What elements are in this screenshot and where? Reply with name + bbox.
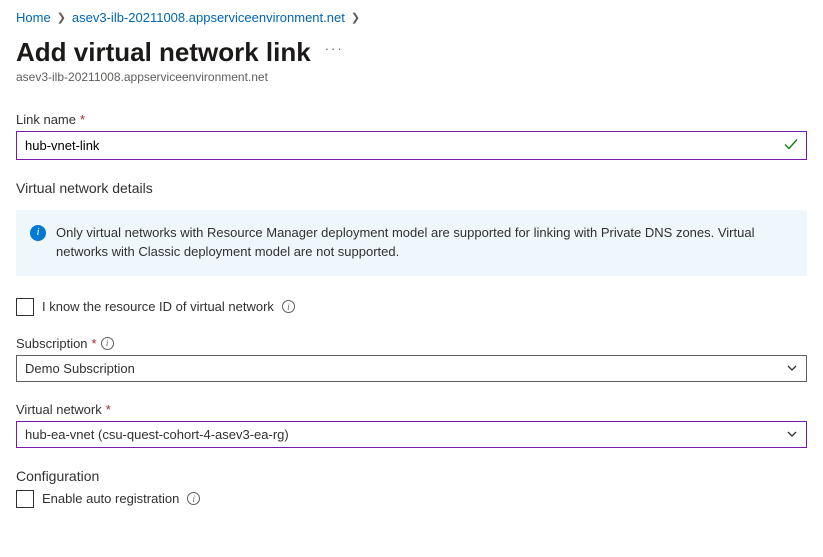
chevron-right-icon: ❯: [351, 11, 360, 24]
subscription-label: Subscription * i: [16, 336, 807, 351]
required-indicator: *: [80, 112, 85, 127]
configuration-heading: Configuration: [16, 468, 807, 484]
required-indicator: *: [106, 402, 111, 417]
breadcrumb: Home ❯ asev3-ilb-20211008.appserviceenvi…: [16, 10, 807, 25]
info-icon[interactable]: i: [282, 300, 295, 313]
link-name-input[interactable]: [16, 131, 807, 160]
page-subtitle: asev3-ilb-20211008.appserviceenvironment…: [16, 70, 807, 84]
info-icon[interactable]: i: [101, 337, 114, 350]
vnet-select[interactable]: hub-ea-vnet (csu-quest-cohort-4-asev3-ea…: [16, 421, 807, 448]
validation-check-icon: [783, 136, 799, 155]
resource-id-checkbox[interactable]: [16, 298, 34, 316]
link-name-label: Link name *: [16, 112, 807, 127]
required-indicator: *: [92, 336, 97, 351]
auto-registration-label: Enable auto registration: [42, 491, 179, 506]
chevron-down-icon: [786, 362, 798, 374]
vnet-details-heading: Virtual network details: [16, 180, 807, 196]
resource-id-checkbox-label: I know the resource ID of virtual networ…: [42, 299, 274, 314]
info-icon[interactable]: i: [187, 492, 200, 505]
subscription-select[interactable]: Demo Subscription: [16, 355, 807, 382]
vnet-select-value: hub-ea-vnet (csu-quest-cohort-4-asev3-ea…: [25, 427, 289, 442]
page-title: Add virtual network link: [16, 37, 311, 68]
info-banner: i Only virtual networks with Resource Ma…: [16, 210, 807, 276]
breadcrumb-parent[interactable]: asev3-ilb-20211008.appserviceenvironment…: [72, 10, 345, 25]
info-banner-text: Only virtual networks with Resource Mana…: [56, 224, 791, 262]
auto-registration-checkbox[interactable]: [16, 490, 34, 508]
chevron-right-icon: ❯: [57, 11, 66, 24]
more-actions-button[interactable]: ···: [325, 41, 344, 60]
vnet-label: Virtual network *: [16, 402, 807, 417]
breadcrumb-home[interactable]: Home: [16, 10, 51, 25]
info-icon: i: [30, 225, 46, 241]
chevron-down-icon: [786, 428, 798, 440]
subscription-select-value: Demo Subscription: [25, 361, 135, 376]
